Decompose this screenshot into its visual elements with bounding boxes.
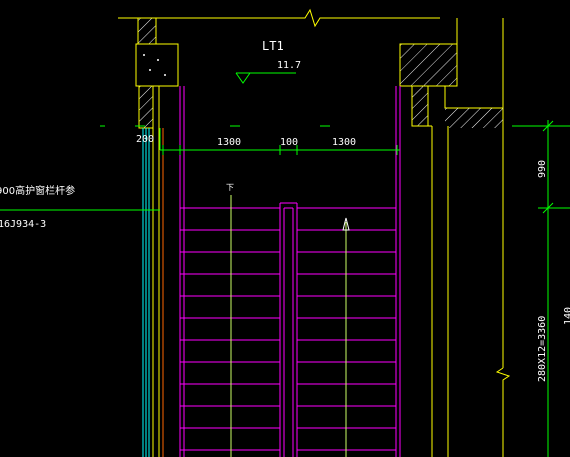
note-railing-line2: 16J934-3 [0,219,47,230]
dimension-gap: 100 [280,137,299,148]
drawing-title: LT1 [262,39,284,53]
dimension-left-offset: 200 [136,134,155,145]
stair-treads [180,207,396,451]
down-arrow-label: 下 [226,183,234,192]
dimension-right-edge-fragment: 140 [563,306,570,325]
window-railing [142,128,150,457]
left-column [135,17,179,129]
level-marker-icon [235,72,296,84]
right-column [399,18,504,128]
dimension-right-stairs: 280X12=3360 [537,315,548,382]
dimension-flight-right: 1300 [332,137,357,148]
walking-lines [230,195,347,457]
top-wall-line [118,8,440,28]
dimension-right-top: 990 [537,159,548,178]
dimension-flight-left: 1300 [217,137,242,148]
level-label: 11.7 [277,60,302,71]
note-railing-line1: 900高护窗栏杆参 [0,186,76,197]
right-wall [411,86,511,457]
